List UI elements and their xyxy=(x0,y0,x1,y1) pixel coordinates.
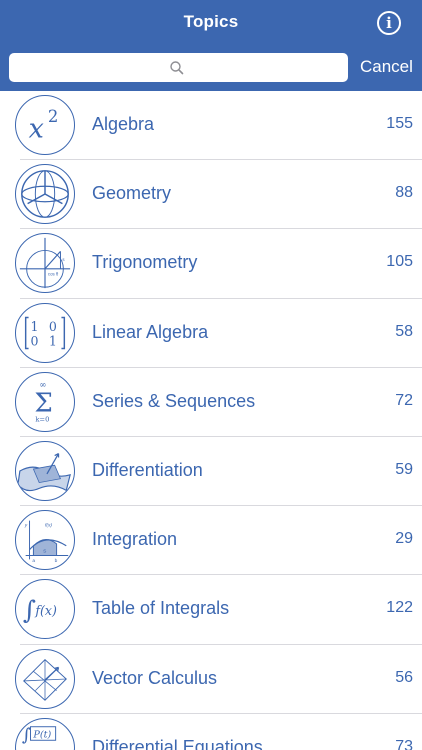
topic-count: 122 xyxy=(386,599,413,617)
topic-count: 72 xyxy=(395,391,413,409)
search-icon xyxy=(170,61,184,75)
topic-row-integration[interactable]: y f(x) S a b Integration 29 xyxy=(0,506,422,576)
svg-text:0: 0 xyxy=(31,333,39,348)
topic-row-trigonometry[interactable]: cos θ s Trigonometry 105 xyxy=(0,229,422,299)
topic-row-differentiation[interactable]: Differentiation 59 xyxy=(0,437,422,507)
topic-list: x 2 Algebra 155 Geometry 88 cos θ s Trig… xyxy=(0,91,422,750)
algebra-x-squared-icon: x 2 xyxy=(15,95,75,155)
integral-fx-icon: ∫ f(x) xyxy=(15,579,75,640)
topic-row-linear-algebra[interactable]: 1 0 0 1 Linear Algebra 58 xyxy=(0,299,422,368)
topic-row-table-of-integrals[interactable]: ∫ f(x) Table of Integrals 122 xyxy=(0,575,422,645)
differential-equations-icon: ∫ P(t) xyxy=(15,717,75,750)
integration-area-icon: y f(x) S a b xyxy=(15,510,75,571)
svg-text:b: b xyxy=(55,558,58,564)
topic-label: Differential Equations xyxy=(92,736,263,750)
topic-label: Differentiation xyxy=(92,459,203,480)
page-title: Topics xyxy=(183,12,239,31)
topic-label: Geometry xyxy=(92,183,172,204)
svg-text:s: s xyxy=(62,257,65,262)
vector-calculus-icon xyxy=(15,648,75,709)
series-sigma-icon: ∞ Σ k=0 xyxy=(15,371,75,432)
topic-count: 155 xyxy=(386,115,413,132)
trigonometry-unit-circle-icon: cos θ s xyxy=(15,233,75,294)
svg-text:1: 1 xyxy=(49,333,57,348)
topic-count: 73 xyxy=(395,737,413,750)
svg-text:k=0: k=0 xyxy=(35,415,49,423)
topic-row-algebra[interactable]: x 2 Algebra 155 xyxy=(0,91,422,161)
topic-row-differential-equations[interactable]: ∫ P(t) Differential Equations 73 xyxy=(0,714,422,750)
topic-count: 59 xyxy=(395,460,413,478)
topic-count: 29 xyxy=(395,530,413,548)
topic-count: 105 xyxy=(386,253,413,271)
svg-text:0: 0 xyxy=(49,319,57,334)
cancel-button[interactable]: Cancel xyxy=(360,57,413,77)
svg-text:cos θ: cos θ xyxy=(48,272,59,277)
svg-text:∫: ∫ xyxy=(23,596,36,625)
search-input[interactable] xyxy=(9,53,348,82)
topic-label: Algebra xyxy=(92,114,155,134)
topic-row-series-sequences[interactable]: ∞ Σ k=0 Series & Sequences 72 xyxy=(0,368,422,437)
svg-text:f(x): f(x) xyxy=(34,603,57,618)
topic-count: 58 xyxy=(395,322,413,340)
geometry-sphere-icon xyxy=(15,164,75,225)
svg-text:Σ: Σ xyxy=(34,388,52,418)
svg-text:2: 2 xyxy=(48,107,58,126)
svg-text:1: 1 xyxy=(31,319,39,334)
navigation-bar: Topics i Cancel xyxy=(0,0,422,91)
topic-label: Series & Sequences xyxy=(92,390,256,411)
topic-label: Integration xyxy=(92,529,178,550)
topic-label: Table of Integrals xyxy=(92,598,230,619)
svg-text:f(x): f(x) xyxy=(45,523,52,529)
topic-count: 88 xyxy=(395,184,413,202)
svg-text:x: x xyxy=(29,114,44,145)
topic-label: Vector Calculus xyxy=(92,667,218,688)
topic-count: 56 xyxy=(395,668,413,686)
topic-label: Linear Algebra xyxy=(92,321,209,342)
svg-text:a: a xyxy=(32,559,35,564)
svg-text:P(t): P(t) xyxy=(32,729,51,740)
svg-text:∫: ∫ xyxy=(22,725,31,745)
svg-text:S: S xyxy=(43,549,46,555)
topic-label: Trigonometry xyxy=(92,252,198,273)
topic-row-geometry[interactable]: Geometry 88 xyxy=(0,160,422,230)
info-icon[interactable]: i xyxy=(377,11,401,35)
differentiation-tangent-icon xyxy=(15,440,75,501)
linear-algebra-matrix-icon: 1 0 0 1 xyxy=(15,302,75,363)
topic-row-vector-calculus[interactable]: Vector Calculus 56 xyxy=(0,645,422,714)
svg-text:y: y xyxy=(24,524,28,529)
